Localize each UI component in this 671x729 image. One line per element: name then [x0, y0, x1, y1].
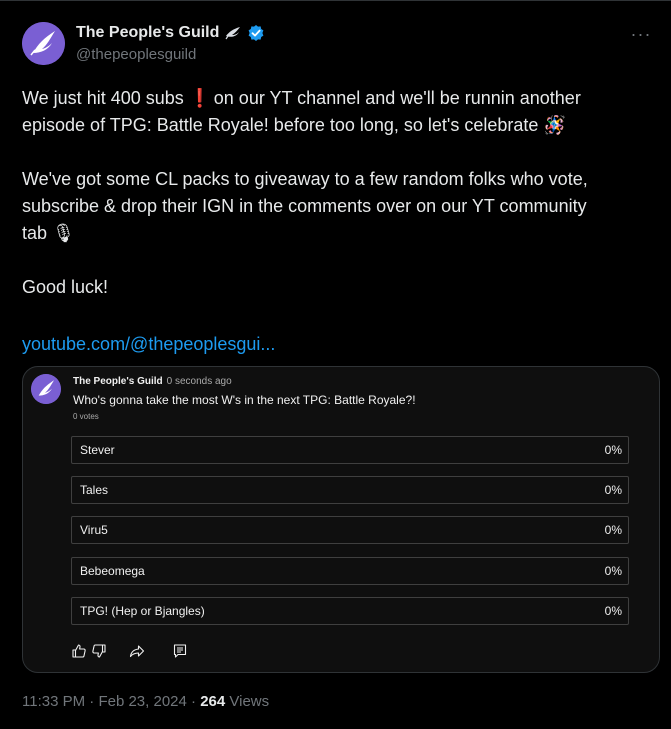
poll-option: Viru5 0%	[71, 516, 629, 544]
dove-logo-icon	[31, 374, 61, 404]
top-divider	[0, 0, 671, 1]
dove-emoji-icon	[224, 24, 242, 42]
exclamation-icon: ❗	[188, 88, 212, 108]
poll-option-label: Viru5	[80, 523, 108, 537]
poll-option-label: Tales	[80, 483, 109, 497]
views-label: Views	[229, 693, 270, 710]
text-span: episode of TPG: Battle Royale! before to…	[22, 115, 539, 135]
poll-option-label: Bebeomega	[80, 564, 145, 578]
tweet-line: subscribe & drop their IGN in the commen…	[22, 196, 587, 216]
poll-option: Bebeomega 0%	[71, 557, 629, 585]
poll-timestamp: 0 seconds ago	[166, 376, 232, 387]
poll-vote-count: 0 votes	[73, 412, 99, 421]
tweet-line: We've got some CL packs to giveaway to a…	[22, 169, 588, 189]
poll-option-percent: 0%	[604, 483, 622, 497]
poll-option-percent: 0%	[604, 523, 622, 537]
channel-avatar	[31, 374, 61, 404]
text-span: We just hit 400 subs	[22, 88, 184, 108]
poll-option-percent: 0%	[604, 564, 622, 578]
text-span: tab	[22, 223, 48, 243]
tweet-line: Good luck!	[22, 277, 109, 297]
thumbs-up-icon	[71, 643, 87, 659]
poll-option-percent: 0%	[604, 604, 622, 618]
share-icon	[129, 643, 145, 659]
dove-logo-icon	[22, 22, 65, 65]
meta-separator: ·	[89, 693, 95, 710]
tweet-line: episode of TPG: Battle Royale! before to…	[22, 112, 652, 139]
poll-channel-name: The People's Guild	[73, 376, 163, 387]
tweet-meta: 11:33 PM · Feb 23, 2024 · 264 Views	[22, 693, 269, 710]
poll-question: Who's gonna take the most W's in the nex…	[73, 393, 416, 407]
tweet-text: We just hit 400 subs ❗ on our YT channel…	[22, 85, 652, 358]
poll-option-label: Stever	[80, 443, 115, 457]
views-count: 264	[200, 693, 226, 710]
microphone-icon: 🎙	[52, 223, 75, 243]
text-span: on our YT channel and we'll be runnin an…	[208, 88, 581, 108]
tweet-time[interactable]: 11:33 PM	[22, 693, 85, 710]
youtube-link[interactable]: youtube.com/@thepeoplesgui...	[22, 334, 275, 354]
poll-option: Stever 0%	[71, 436, 629, 464]
youtube-poll-image[interactable]: The People's Guild 0 seconds ago Who's go…	[22, 366, 660, 673]
comment-icon	[172, 643, 188, 659]
handle[interactable]: @thepeoplesguild	[76, 46, 196, 63]
poll-option: TPG! (Hep or Bjangles) 0%	[71, 597, 629, 625]
author-row: The People's Guild	[76, 22, 265, 44]
tweet-line: tab 🎙	[22, 220, 652, 247]
meta-separator: ·	[191, 693, 197, 710]
verified-badge-icon[interactable]	[247, 24, 265, 42]
display-name[interactable]: The People's Guild	[76, 24, 219, 42]
poll-option: Tales 0%	[71, 476, 629, 504]
poll-option-percent: 0%	[604, 443, 622, 457]
poll-header: The People's Guild 0 seconds ago	[73, 376, 232, 387]
thumbs-down-icon	[91, 643, 107, 659]
avatar[interactable]	[22, 22, 65, 65]
pinata-icon: 🪅	[543, 115, 566, 135]
tweet-line: We just hit 400 subs ❗ on our YT channel…	[22, 85, 652, 112]
poll-option-label: TPG! (Hep or Bjangles)	[80, 604, 205, 618]
more-icon[interactable]: ···	[627, 22, 655, 46]
poll-actions	[71, 643, 188, 659]
tweet-date[interactable]: Feb 23, 2024	[98, 693, 186, 710]
